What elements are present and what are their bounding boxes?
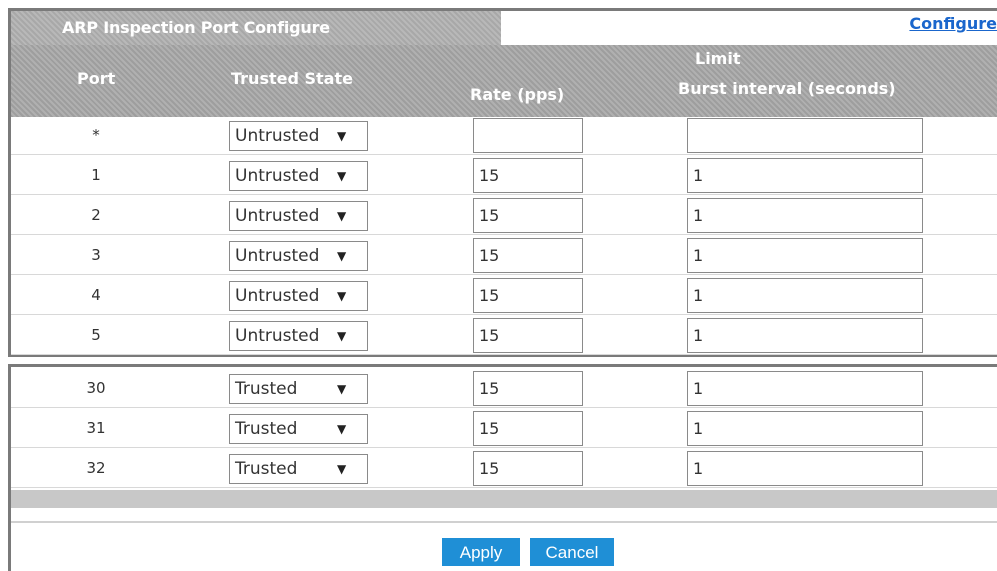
column-header-port: Port [77,69,116,88]
port-number: 4 [91,286,101,304]
trusted-state-select[interactable]: Untrusted ▼ [229,281,368,311]
triangle-down-icon: ▼ [337,422,347,436]
column-header-trusted-state: Trusted State [231,69,353,88]
port-number: 3 [91,246,101,264]
table-row: * Untrusted ▼ [11,115,997,155]
trusted-state-select[interactable]: Untrusted ▼ [229,161,368,191]
panel-title: ARP Inspection Port Configure [11,11,501,45]
burst-interval-input[interactable]: 1 [687,318,923,353]
table-footer-bar [11,490,997,508]
divider [11,521,997,523]
trusted-state-select[interactable]: Trusted ▼ [229,414,368,444]
triangle-down-icon: ▼ [337,209,347,223]
port-number: 30 [86,379,106,397]
triangle-down-icon: ▼ [337,289,347,303]
rate-input[interactable]: 15 [473,198,583,233]
burst-interval-input[interactable]: 1 [687,278,923,313]
trusted-state-select[interactable]: Trusted ▼ [229,454,368,484]
table-row: 31 Trusted ▼ 15 1 [11,408,997,448]
port-number: 1 [91,166,101,184]
rate-input[interactable]: 15 [473,318,583,353]
trusted-state-value: Untrusted [235,206,320,226]
rate-input[interactable]: 15 [473,371,583,406]
rate-input[interactable]: 15 [473,158,583,193]
burst-interval-input[interactable] [687,118,923,153]
burst-interval-input[interactable]: 1 [687,411,923,446]
rate-input[interactable]: 15 [473,238,583,273]
table-row: 2 Untrusted ▼ 15 1 [11,195,997,235]
triangle-down-icon: ▼ [337,329,347,343]
table-row: 4 Untrusted ▼ 15 1 [11,275,997,315]
trusted-state-value: Untrusted [235,246,320,266]
port-number: 2 [91,206,101,224]
table-row: 3 Untrusted ▼ 15 1 [11,235,997,275]
apply-button[interactable]: Apply [442,538,520,566]
column-header-limit: Limit [695,49,741,68]
triangle-down-icon: ▼ [337,169,347,183]
table-row: 30 Trusted ▼ 15 1 [11,368,997,408]
triangle-down-icon: ▼ [337,382,347,396]
burst-interval-input[interactable]: 1 [687,198,923,233]
cancel-button[interactable]: Cancel [530,538,614,566]
port-number: 32 [86,459,106,477]
burst-interval-input[interactable]: 1 [687,451,923,486]
trusted-state-value: Trusted [235,459,298,479]
trusted-state-value: Untrusted [235,126,320,146]
trusted-state-value: Untrusted [235,326,320,346]
triangle-down-icon: ▼ [337,249,347,263]
trusted-state-select[interactable]: Untrusted ▼ [229,321,368,351]
burst-interval-input[interactable]: 1 [687,158,923,193]
trusted-state-select[interactable]: Untrusted ▼ [229,201,368,231]
table-row: 5 Untrusted ▼ 15 1 [11,315,997,355]
triangle-down-icon: ▼ [337,462,347,476]
table-row: 32 Trusted ▼ 15 1 [11,448,997,488]
top-strip [0,0,997,8]
burst-interval-input[interactable]: 1 [687,238,923,273]
trusted-state-select[interactable]: Untrusted ▼ [229,241,368,271]
trusted-state-value: Trusted [235,379,298,399]
column-header-burst: Burst interval (seconds) [678,79,896,98]
port-number: 5 [91,326,101,344]
trusted-state-select[interactable]: Untrusted ▼ [229,121,368,151]
rate-input[interactable]: 15 [473,451,583,486]
rate-input[interactable]: 15 [473,411,583,446]
trusted-state-value: Trusted [235,419,298,439]
table-row: 1 Untrusted ▼ 15 1 [11,155,997,195]
column-header-rate: Rate (pps) [470,85,565,104]
rate-input[interactable]: 15 [473,278,583,313]
burst-interval-input[interactable]: 1 [687,371,923,406]
trusted-state-value: Untrusted [235,166,320,186]
rate-input[interactable] [473,118,583,153]
triangle-down-icon: ▼ [337,129,347,143]
port-number: * [92,126,100,144]
port-number: 31 [86,419,106,437]
trusted-state-select[interactable]: Trusted ▼ [229,374,368,404]
configure-link[interactable]: Configure [909,14,997,33]
trusted-state-value: Untrusted [235,286,320,306]
table-header: Port Trusted State Limit Rate (pps) Burs… [11,45,997,117]
